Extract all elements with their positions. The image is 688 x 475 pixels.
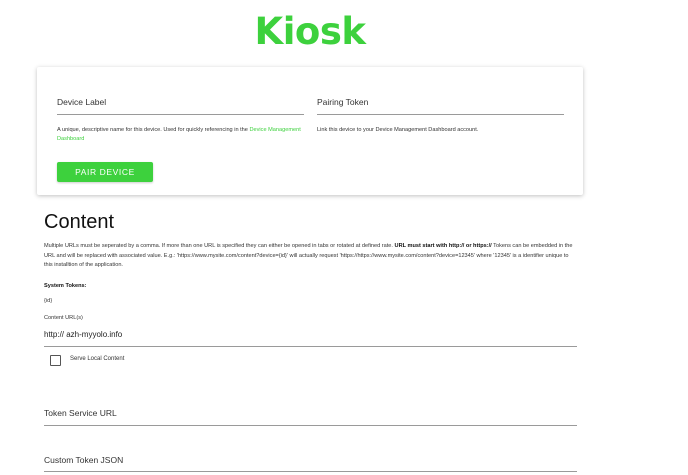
- pair-device-button[interactable]: PAIR DEVICE: [57, 162, 153, 182]
- description-bold: URL must start with http:// or https://: [394, 243, 492, 249]
- pairing-token-helper: Link this device to your Device Manageme…: [317, 127, 479, 133]
- system-tokens-value: {id}: [44, 298, 53, 304]
- device-label-field[interactable]: Device Label: [57, 97, 106, 107]
- system-tokens-label: System Tokens:: [44, 283, 87, 289]
- content-section-title: Content: [44, 211, 115, 233]
- content-description: Multiple URLs must be seperated by a com…: [44, 242, 578, 271]
- content-urls-underline: [44, 346, 577, 347]
- device-label-underline: [57, 114, 304, 115]
- pairing-token-underline: [317, 114, 564, 115]
- app-logo: Kiosk: [254, 10, 366, 53]
- device-label-helper-text: A unique, descriptive name for this devi…: [57, 127, 250, 133]
- content-urls-label: Content URL(s): [44, 315, 83, 321]
- pairing-token-field[interactable]: Pairing Token: [317, 97, 368, 107]
- device-label-helper: A unique, descriptive name for this devi…: [57, 126, 307, 144]
- custom-token-json-field[interactable]: Custom Token JSON: [44, 455, 123, 465]
- custom-token-json-underline: [44, 471, 577, 472]
- serve-local-label: Serve Local Content: [70, 356, 125, 362]
- token-service-url-underline: [44, 425, 577, 426]
- token-service-url-field[interactable]: Token Service URL: [44, 408, 117, 418]
- description-text-1: Multiple URLs must be seperated by a com…: [44, 243, 395, 249]
- serve-local-checkbox[interactable]: [50, 355, 61, 366]
- content-urls-input[interactable]: http:// azh-myyolo.info: [44, 330, 122, 339]
